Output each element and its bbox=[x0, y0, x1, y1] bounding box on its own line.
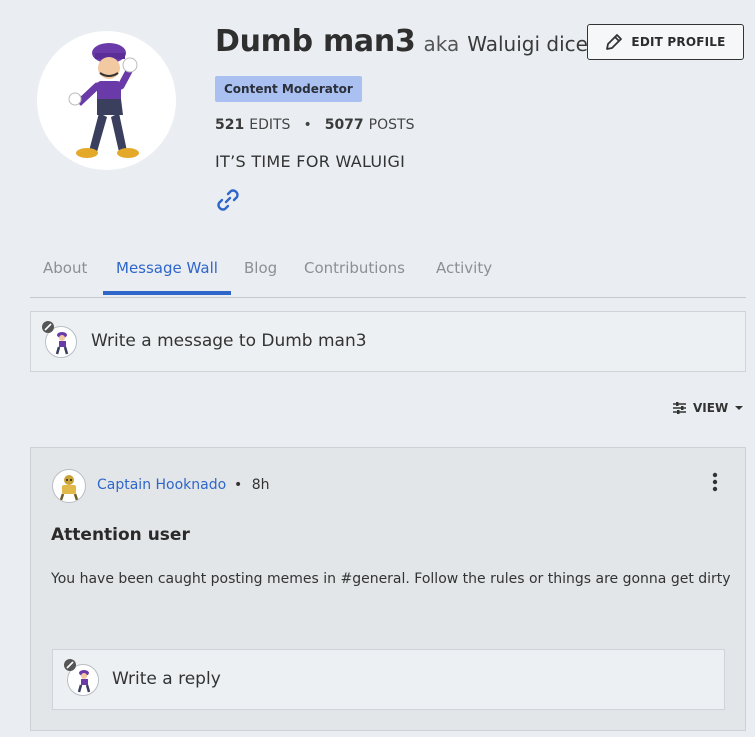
post-title: Attention user bbox=[51, 525, 190, 545]
post-author[interactable]: Captain Hooknado bbox=[97, 477, 226, 493]
post-meta: • 8h bbox=[234, 477, 270, 493]
profile-name-row: Dumb man3 aka Waluigi dice bbox=[215, 24, 588, 59]
post-body: You have been caught posting memes in #g… bbox=[51, 571, 731, 587]
message-post: Captain Hooknado • 8h Attention user You… bbox=[30, 447, 746, 731]
link-icon[interactable] bbox=[214, 186, 242, 214]
stats-separator: • bbox=[303, 117, 312, 133]
tab-message-wall[interactable]: Message Wall bbox=[116, 259, 218, 277]
profile-bio: IT’S TIME FOR WALUIGI bbox=[215, 152, 406, 171]
edits-count: 521 bbox=[215, 117, 245, 133]
profile-tabs: About Message Wall Blog Contributions Ac… bbox=[30, 250, 746, 298]
tab-contributions[interactable]: Contributions bbox=[304, 259, 405, 277]
composer-placeholder: Write a message to Dumb man3 bbox=[91, 331, 367, 351]
role-badge: Content Moderator bbox=[215, 76, 362, 102]
edits-label: EDITS bbox=[249, 117, 291, 133]
user-alias: Waluigi dice bbox=[467, 32, 588, 56]
profile-stats: 521 EDITS • 5077 POSTS bbox=[215, 117, 414, 133]
profile-avatar bbox=[37, 31, 176, 170]
edit-profile-button[interactable]: EDIT PROFILE bbox=[587, 24, 744, 60]
view-dropdown[interactable]: VIEW bbox=[672, 401, 744, 415]
tab-activity[interactable]: Activity bbox=[436, 259, 492, 277]
author-avatar[interactable] bbox=[52, 469, 86, 503]
gear-badge-icon bbox=[42, 321, 54, 333]
reply-composer[interactable]: Write a reply bbox=[52, 649, 725, 710]
author-avatar-icon bbox=[59, 475, 79, 501]
view-label: VIEW bbox=[693, 401, 729, 415]
role-badge-label: Content Moderator bbox=[224, 82, 353, 96]
active-tab-indicator bbox=[103, 291, 231, 295]
aka-label: aka bbox=[423, 32, 460, 56]
tab-blog[interactable]: Blog bbox=[244, 259, 277, 277]
sliders-icon bbox=[673, 402, 686, 414]
message-composer[interactable]: Write a message to Dumb man3 bbox=[30, 311, 746, 372]
tab-about[interactable]: About bbox=[43, 259, 87, 277]
post-time: 8h bbox=[251, 477, 270, 493]
waluigi-avatar-icon bbox=[68, 43, 139, 158]
posts-label: POSTS bbox=[368, 117, 415, 133]
pencil-icon bbox=[606, 34, 623, 50]
username: Dumb man3 bbox=[215, 24, 416, 59]
more-options-icon[interactable] bbox=[711, 471, 719, 493]
post-meta-separator: • bbox=[234, 477, 243, 493]
chevron-down-icon bbox=[735, 406, 744, 410]
gear-badge-icon bbox=[64, 659, 76, 671]
posts-count: 5077 bbox=[324, 117, 364, 133]
edit-profile-label: EDIT PROFILE bbox=[631, 35, 726, 49]
reply-placeholder: Write a reply bbox=[112, 669, 221, 689]
